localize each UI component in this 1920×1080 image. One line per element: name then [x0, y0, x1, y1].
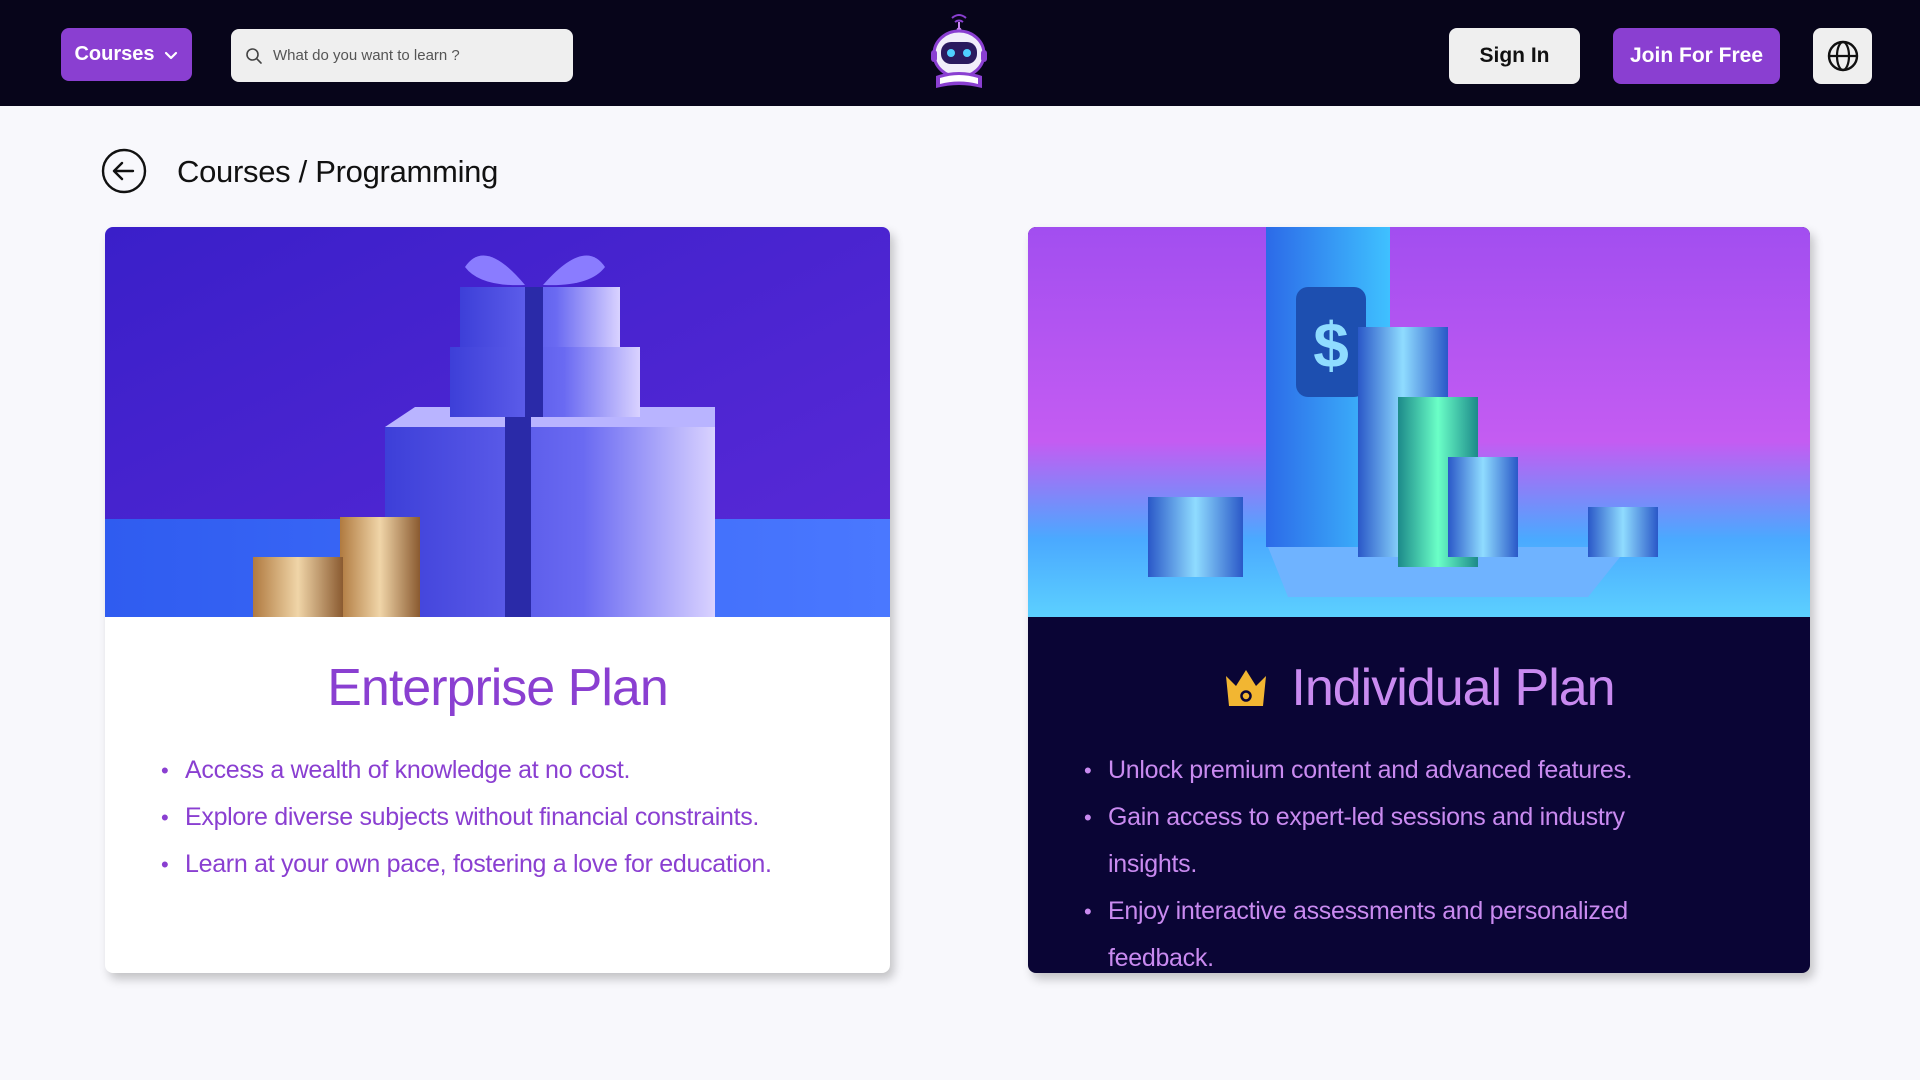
enterprise-title-text: Enterprise Plan — [327, 659, 669, 717]
list-item: Enjoy interactive assessments and person… — [1084, 888, 1750, 973]
phone-coins-image: $ — [1028, 227, 1810, 617]
search-box[interactable] — [231, 29, 573, 82]
robot-logo-icon[interactable] — [926, 10, 992, 94]
individual-plan-card[interactable]: $ Individual Plan Unlock premium content… — [1028, 227, 1810, 973]
individual-feature-list: Unlock premium content and advanced feat… — [1028, 747, 1810, 973]
courses-dropdown-button[interactable]: Courses — [61, 28, 192, 81]
list-item: Explore diverse subjects without financi… — [161, 794, 830, 841]
enterprise-plan-card[interactable]: Enterprise Plan Access a wealth of knowl… — [105, 227, 890, 973]
arrow-left-circle-icon — [101, 148, 147, 194]
list-item: Learn at your own pace, fostering a love… — [161, 841, 830, 888]
join-for-free-button[interactable]: Join For Free — [1613, 28, 1780, 84]
list-item: Gain access to expert-led sessions and i… — [1084, 794, 1750, 888]
enterprise-feature-list: Access a wealth of knowledge at no cost.… — [105, 747, 890, 888]
sign-in-label: Sign In — [1479, 44, 1550, 67]
courses-label: Courses — [74, 43, 155, 65]
chevron-down-icon — [164, 51, 177, 59]
individual-title-text: Individual Plan — [1291, 659, 1615, 717]
globe-icon — [1827, 40, 1858, 72]
join-label: Join For Free — [1629, 44, 1764, 67]
individual-plan-title: Individual Plan — [1028, 653, 1810, 723]
gift-box-image — [105, 227, 890, 617]
top-navbar: Courses Sign In Join For Free — [0, 0, 1920, 106]
language-button[interactable] — [1813, 28, 1872, 84]
svg-text:$: $ — [1313, 309, 1349, 381]
list-item: Unlock premium content and advanced feat… — [1084, 747, 1750, 794]
list-item: Access a wealth of knowledge at no cost. — [161, 747, 830, 794]
search-input[interactable] — [271, 46, 573, 65]
back-button[interactable] — [101, 148, 147, 194]
sign-in-button[interactable]: Sign In — [1449, 28, 1580, 84]
breadcrumb: Courses / Programming — [177, 154, 499, 189]
enterprise-plan-title: Enterprise Plan — [105, 653, 890, 723]
crown-icon — [1226, 670, 1267, 706]
search-icon — [246, 47, 262, 64]
